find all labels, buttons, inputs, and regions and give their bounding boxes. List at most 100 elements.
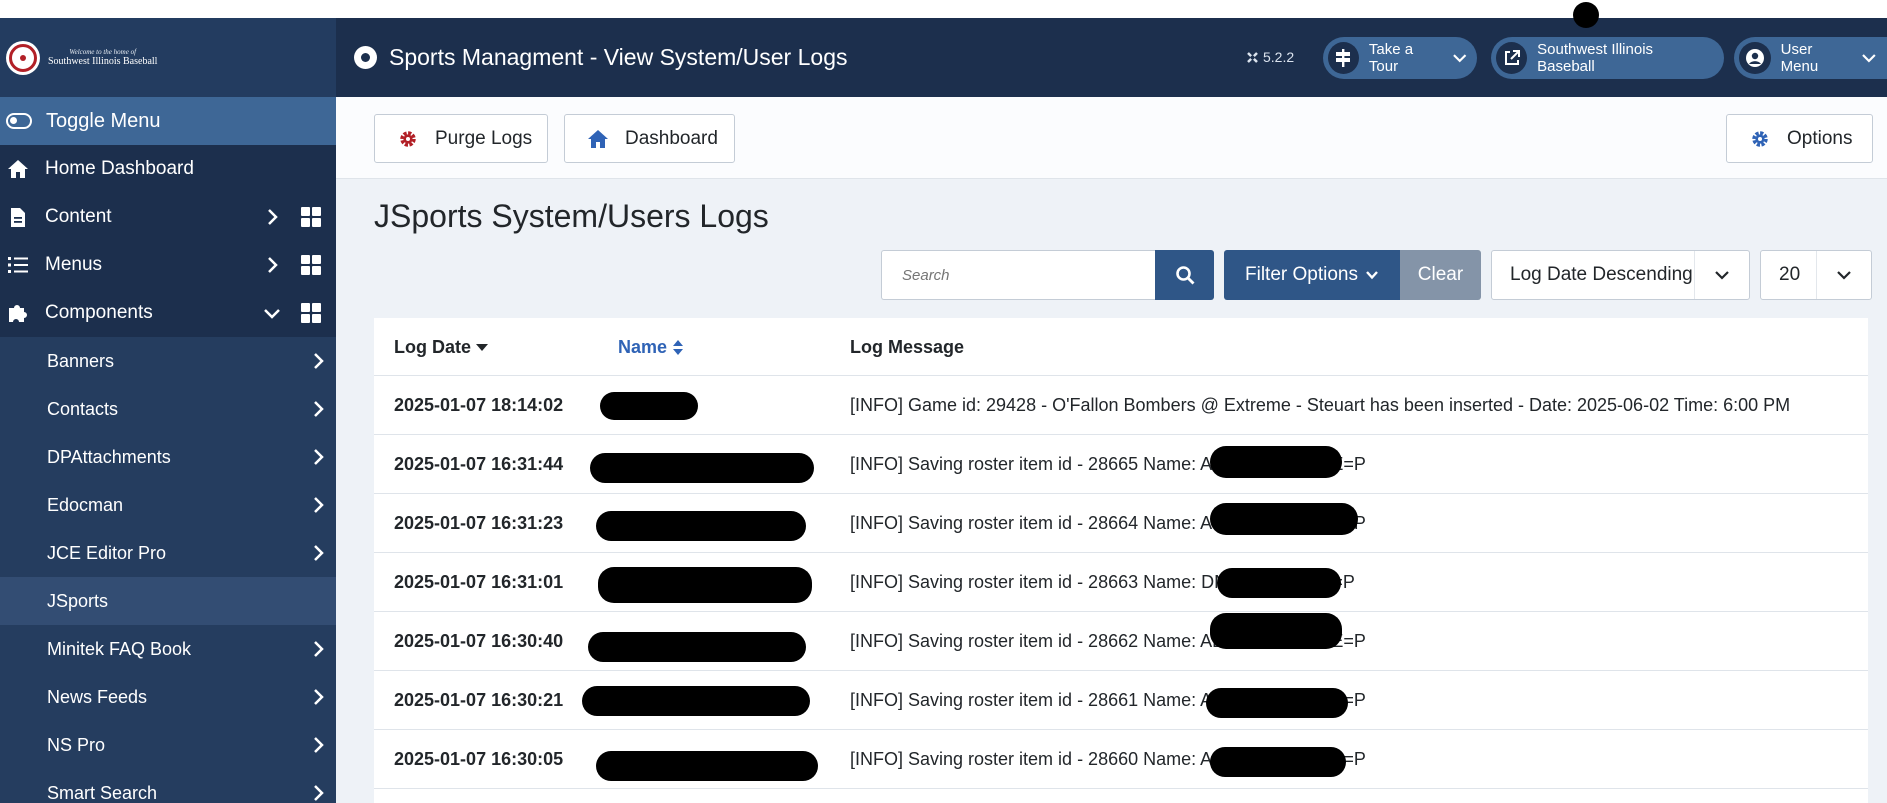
- sidebar-subitem-jsports[interactable]: JSports: [0, 577, 336, 625]
- sidebar-subitem-minitek-faq-book[interactable]: Minitek FAQ Book: [0, 625, 336, 673]
- sidebar-item-components[interactable]: Components: [0, 289, 336, 337]
- log-date: 2025-01-07 16:30:05: [394, 749, 564, 769]
- logo-tagline: Welcome to the home of: [69, 47, 137, 56]
- redaction-mark: [1210, 613, 1342, 649]
- sidebar-subitem-news-feeds[interactable]: News Feeds: [0, 673, 336, 721]
- log-date: 2025-01-07 16:31:23: [394, 513, 564, 533]
- dashboard-grid-icon[interactable]: [301, 255, 321, 275]
- sidebar-item-label: Components: [45, 302, 153, 323]
- dashboard-grid-icon[interactable]: [301, 207, 321, 227]
- search-input[interactable]: [881, 250, 1155, 300]
- chevron-right-icon[interactable]: [308, 543, 328, 563]
- home-icon: [6, 157, 30, 181]
- options-button[interactable]: Options: [1726, 114, 1873, 163]
- chevron-right-icon[interactable]: [262, 207, 282, 227]
- clear-button[interactable]: Clear: [1400, 250, 1481, 300]
- toggle-menu-button[interactable]: Toggle Menu: [0, 97, 336, 145]
- logs-table: Log Date Name Log Message 2025-01-07 18:…: [374, 318, 1868, 803]
- log-name-redacted: [600, 388, 800, 422]
- sidebar-item-content[interactable]: Content: [0, 193, 336, 241]
- dashboard-grid-icon[interactable]: [301, 303, 321, 323]
- home-icon: [587, 128, 609, 150]
- table-row: 2025-01-07 16:31:23 [INFO] Saving roster…: [374, 494, 1868, 553]
- search-icon: [1175, 266, 1194, 285]
- chevron-right-icon[interactable]: [308, 495, 328, 515]
- log-date: 2025-01-07 16:30:40: [394, 631, 564, 651]
- column-header-log-date[interactable]: Log Date: [394, 337, 489, 358]
- logo-site-name: Southwest Illinois Baseball: [48, 55, 158, 67]
- toggle-icon: [6, 113, 32, 129]
- chevron-right-icon[interactable]: [308, 687, 328, 707]
- chevron-down-icon: [1452, 54, 1466, 63]
- chevron-down-icon: [1366, 271, 1378, 280]
- sidebar: Welcome to the home of Southwest Illinoi…: [0, 18, 336, 803]
- chevron-right-icon[interactable]: [308, 735, 328, 755]
- gear-icon: [397, 128, 419, 150]
- log-date: 2025-01-07 16:31:44: [394, 454, 564, 474]
- sidebar-subitem-jce-editor-pro[interactable]: JCE Editor Pro: [0, 529, 336, 577]
- page-title: JSports System/Users Logs: [374, 198, 769, 234]
- chevron-right-icon[interactable]: [308, 399, 328, 419]
- component-icon: [354, 46, 377, 69]
- redaction-mark: [1217, 568, 1341, 598]
- file-icon: [6, 205, 30, 229]
- redaction-mark: [1210, 747, 1346, 777]
- log-name-redacted: [588, 624, 806, 662]
- sidebar-subitem-contacts[interactable]: Contacts: [0, 385, 336, 433]
- log-date: 2025-01-07 18:14:02: [394, 395, 564, 415]
- sidebar-subitem-smart-search[interactable]: Smart Search: [0, 769, 336, 803]
- chevron-down-icon: [1862, 54, 1876, 63]
- log-date: 2025-01-07 16:31:01: [394, 572, 564, 592]
- user-menu-button[interactable]: User Menu: [1734, 37, 1887, 79]
- column-header-name[interactable]: Name: [618, 337, 684, 358]
- site-link-button[interactable]: Southwest Illinois Baseball: [1491, 37, 1724, 79]
- chevron-right-icon[interactable]: [308, 447, 328, 467]
- sidebar-subitem-dpattachments[interactable]: DPAttachments: [0, 433, 336, 481]
- dashboard-button[interactable]: Dashboard: [564, 114, 735, 163]
- joomla-version: 5.2.2: [1246, 49, 1294, 65]
- sidebar-item-menus[interactable]: Menus: [0, 241, 336, 289]
- log-message: [INFO] Game id: 29428 - O'Fallon Bombers…: [850, 395, 1791, 415]
- user-icon: [1739, 42, 1771, 74]
- chevron-down-icon: [1694, 251, 1749, 299]
- take-a-tour-button[interactable]: Take a Tour: [1323, 37, 1477, 79]
- page-header-title: Sports Managment - View System/User Logs: [389, 44, 848, 70]
- baseball-logo-icon: [6, 40, 40, 75]
- table-row: 2025-01-07 16:30:05 [INFO] Saving roster…: [374, 730, 1868, 789]
- log-name-redacted: [582, 683, 810, 717]
- sidebar-item-label: Menus: [45, 254, 103, 275]
- chevron-right-icon[interactable]: [262, 255, 282, 275]
- list-limit-select[interactable]: 20: [1760, 250, 1872, 300]
- chevron-down-icon: [1816, 251, 1871, 299]
- table-row: 2025-01-07 16:30:21 [INFO] Saving roster…: [374, 671, 1868, 730]
- table-row: 2025-01-07 16:31:44 [INFO] Saving roster…: [374, 435, 1868, 494]
- log-name-redacted: [596, 506, 806, 541]
- filter-options-button[interactable]: Filter Options: [1224, 250, 1400, 300]
- external-link-icon: [1496, 42, 1528, 74]
- sidebar-subitem-edocman[interactable]: Edocman: [0, 481, 336, 529]
- chevron-right-icon[interactable]: [308, 639, 328, 659]
- chevron-right-icon[interactable]: [308, 351, 328, 371]
- toggle-menu-label: Toggle Menu: [46, 109, 161, 132]
- search-button[interactable]: [1155, 250, 1214, 300]
- sidebar-subitem-banners[interactable]: Banners: [0, 337, 336, 385]
- log-date: 2025-01-07 16:30:21: [394, 690, 564, 710]
- sidebar-item-home-dashboard[interactable]: Home Dashboard: [0, 145, 336, 193]
- chevron-down-icon[interactable]: [262, 303, 282, 323]
- sort-icon: [673, 340, 684, 355]
- sort-down-icon: [476, 343, 489, 351]
- gear-icon: [1749, 128, 1771, 150]
- redaction-mark: [1206, 688, 1348, 718]
- log-name-redacted: [590, 447, 814, 483]
- site-logo[interactable]: Welcome to the home of Southwest Illinoi…: [0, 18, 336, 97]
- table-header: Log Date Name Log Message: [374, 318, 1868, 376]
- signpost-icon: [1328, 42, 1359, 74]
- sidebar-subitem-ns-pro[interactable]: NS Pro: [0, 721, 336, 769]
- table-row: 2025-01-07 16:31:01 [INFO] Saving roster…: [374, 553, 1868, 612]
- chevron-right-icon[interactable]: [308, 783, 328, 803]
- sort-select[interactable]: Log Date Descending: [1491, 250, 1750, 300]
- purge-logs-button[interactable]: Purge Logs: [374, 114, 548, 163]
- log-name-redacted: [598, 565, 812, 603]
- column-header-log-message: Log Message: [850, 337, 965, 357]
- table-row: 2025-01-07 18:14:02 [INFO] Game id: 2942…: [374, 376, 1868, 435]
